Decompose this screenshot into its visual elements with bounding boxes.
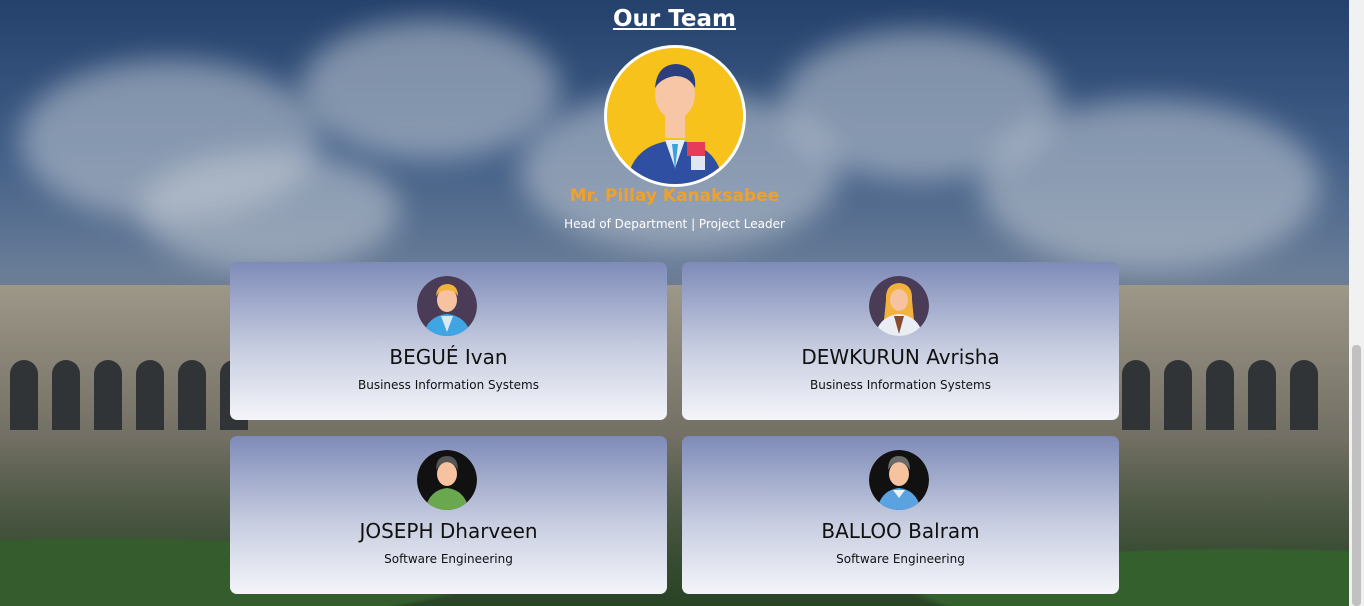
man-green-shirt-avatar-icon (417, 450, 477, 510)
page-scrollbar[interactable] (1349, 0, 1364, 606)
team-member-card: BALLOO Balram Software Engineering (682, 436, 1119, 594)
leader-name: Mr. Pillay Kanaksabee (569, 186, 780, 206)
leader-role: Head of Department | Project Leader (564, 217, 785, 231)
man-blue-shirt-avatar-icon (869, 450, 929, 510)
team-member-card: BEGUÉ Ivan Business Information Systems (230, 262, 667, 420)
member-name: JOSEPH Dharveen (359, 519, 538, 543)
member-name: BEGUÉ Ivan (389, 345, 508, 369)
member-name: DEWKURUN Avrisha (801, 345, 1000, 369)
team-member-card: DEWKURUN Avrisha Business Information Sy… (682, 262, 1119, 420)
woman-avatar-icon (869, 276, 929, 336)
section-title: Our Team (613, 6, 736, 32)
member-department: Business Information Systems (357, 378, 539, 392)
scrollbar-thumb[interactable] (1352, 345, 1361, 606)
team-section: Our Team Mr. Pillay Kanaksabee Head of D… (0, 0, 1349, 606)
member-name: BALLOO Balram (821, 519, 980, 543)
member-department: Software Engineering (836, 552, 965, 566)
man-blond-avatar-icon (417, 276, 477, 336)
member-department: Software Engineering (384, 552, 513, 566)
member-department: Business Information Systems (809, 378, 991, 392)
team-member-card: JOSEPH Dharveen Software Engineering (230, 436, 667, 594)
businessman-avatar-icon (604, 45, 746, 187)
